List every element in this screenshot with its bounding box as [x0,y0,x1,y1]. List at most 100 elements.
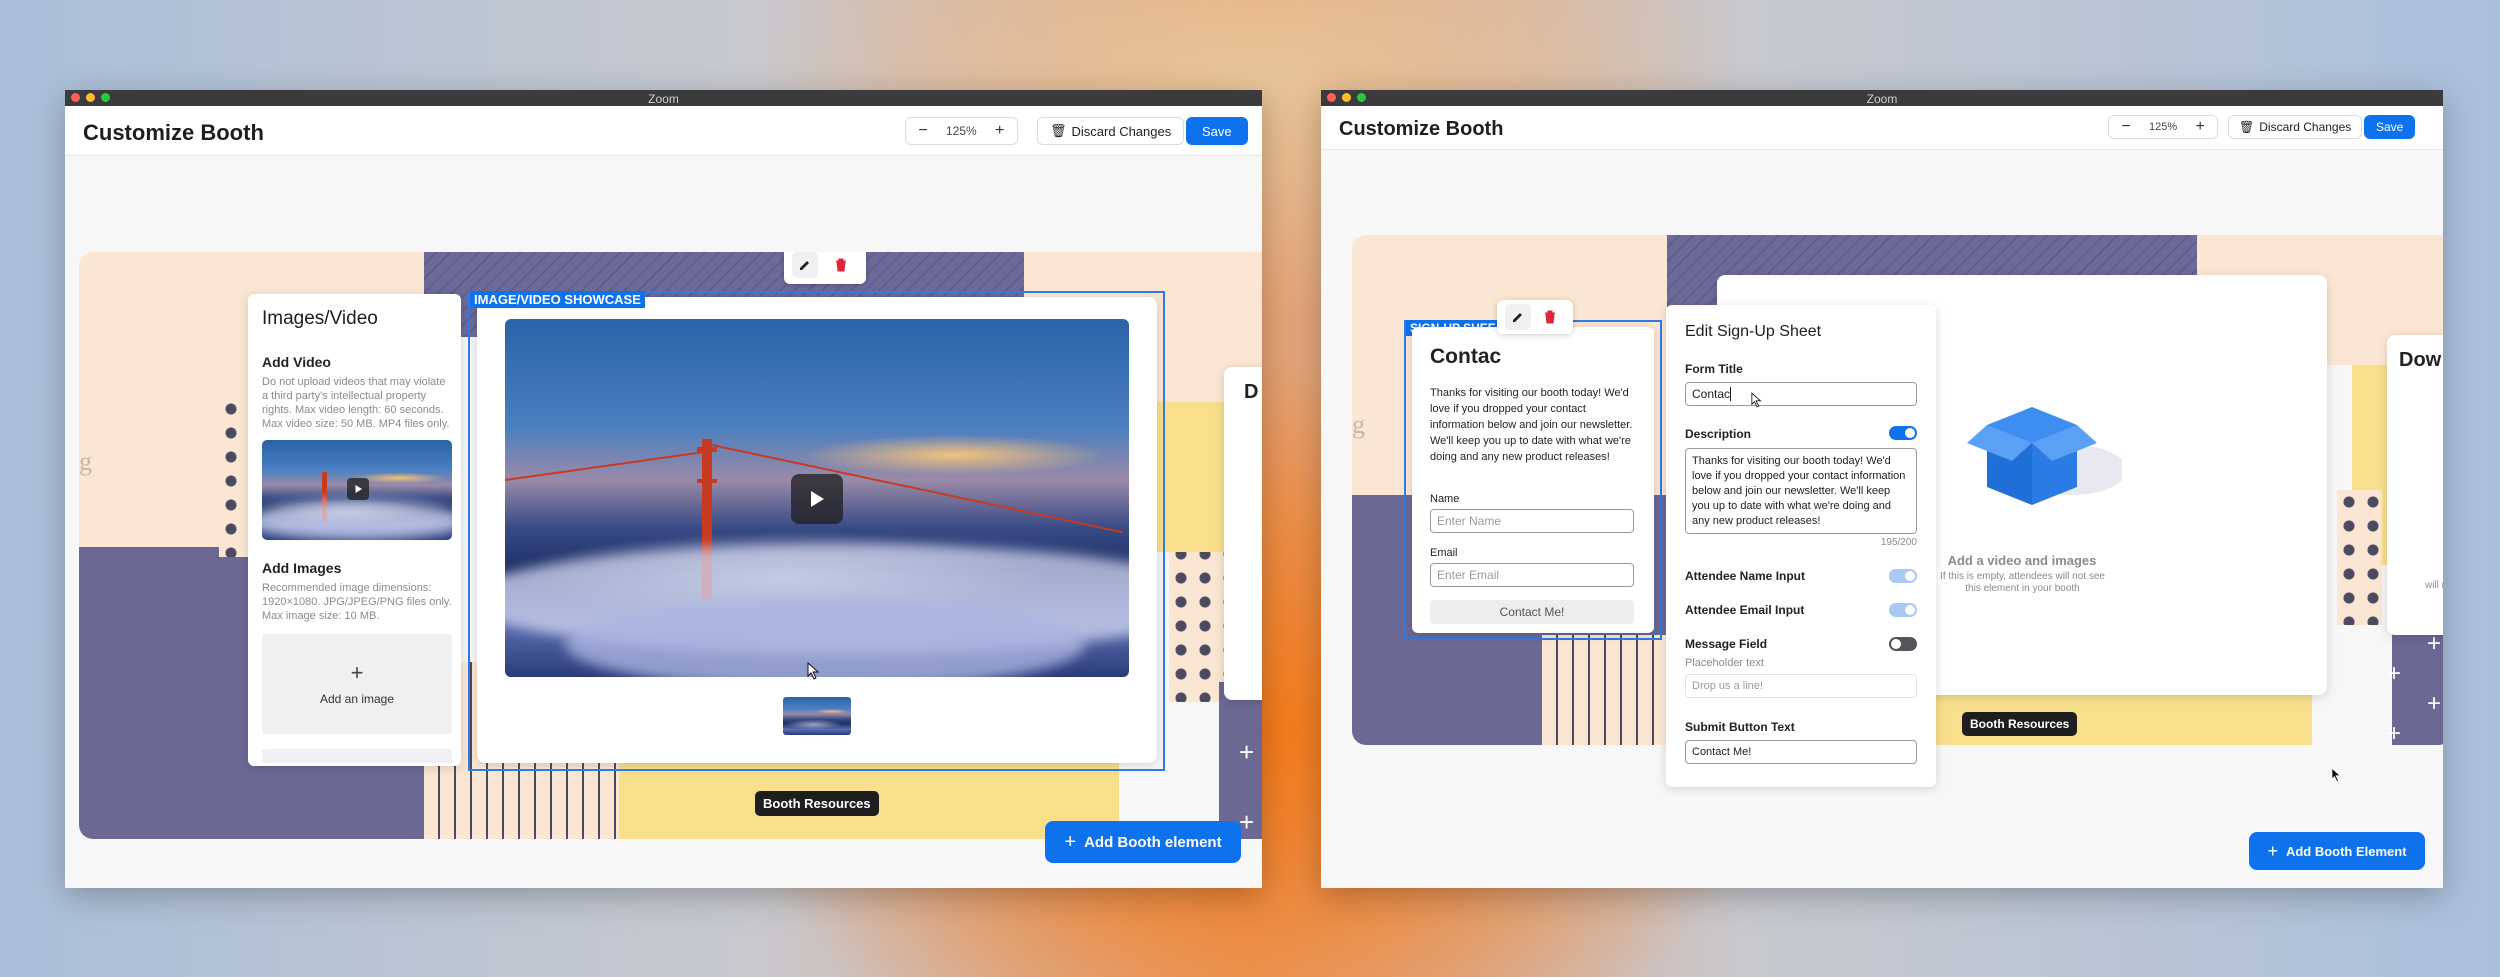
signup-description: Thanks for visiting our booth today! We'… [1430,387,1633,463]
media-hint: If this is empty, attendees will not see… [1940,571,2105,594]
right-app-header: Customize Booth − 125% + 🗑 Discard Change… [1321,106,2443,150]
card-hint: will n [2425,580,2443,591]
edit-button[interactable] [1505,304,1531,330]
selection-label: IMAGE/VIDEO SHOWCASE [470,291,645,308]
zoom-in-button[interactable]: + [983,118,1017,144]
attendee-email-toggle[interactable] [1889,603,1917,617]
mouse-cursor [2331,767,2342,783]
add-images-help: Recommended image dimensions: 1920×1080.… [262,582,452,622]
window-title: Zoom [648,92,679,106]
add-video-heading: Add Video [262,354,331,370]
left-app-header: Customize Booth − 125% + 🗑 Discard Change… [65,106,1262,156]
pencil-icon [1513,313,1522,322]
zoom-in-button[interactable]: + [2183,116,2217,138]
left-titlebar: Zoom [65,90,1262,106]
add-booth-element-button[interactable]: + Add Booth element [1045,821,1241,863]
zoom-level: 125% [946,124,977,138]
plus-decoration: + [1239,807,1255,837]
left-zoom-window: Zoom Customize Booth − 125% + 🗑 Discard C… [65,90,1262,888]
plus-icon: + [1064,830,1077,853]
element-toolbar [1497,300,1573,334]
images-video-panel: Images/Video Add Video Do not upload vid… [248,294,461,766]
booth-element-card[interactable]: Dow will n [2387,335,2443,635]
save-button[interactable]: Save [2364,115,2416,139]
trash-icon [836,258,846,272]
submit-button-text-input[interactable]: Contact Me! [1685,740,1917,764]
page-title: Customize Booth [1339,118,1504,140]
submit-button-text-label: Submit Button Text [1685,720,1795,734]
trash-icon [1545,310,1555,324]
window-title: Zoom [1866,92,1898,106]
discard-changes-label: Discard Changes [2259,120,2352,134]
placeholder-text-input[interactable]: Drop us a line! [1685,674,1917,698]
card-title: D [1244,381,1259,403]
zoom-control: − 125% + [905,117,1018,145]
zoom-out-button[interactable]: − [906,118,940,144]
mouse-cursor [1751,392,1762,408]
signup-title: Contac [1430,345,1502,368]
attendee-name-toggle[interactable] [1889,569,1917,583]
signup-sheet-card[interactable]: Contac Thanks for visiting our booth tod… [1412,327,1654,633]
add-booth-element-label: Add Booth element [1084,833,1222,851]
name-input[interactable]: Enter Name [1430,509,1634,533]
description-textarea[interactable]: Thanks for visiting our booth today! We'… [1685,448,1917,534]
attendee-email-label: Attendee Email Input [1685,603,1805,617]
plus-icon: + [2267,840,2278,861]
placeholder-text-label: Placeholder text [1685,657,1764,669]
discard-changes-button[interactable]: 🗑 Discard Changes [2228,115,2363,139]
description-toggle[interactable] [1889,426,1917,440]
plus-decoration: + [2387,660,2402,687]
add-booth-element-button[interactable]: + Add Booth Element [2249,832,2425,870]
right-zoom-window: Zoom Customize Booth − 125% + 🗑 Discard C… [1321,90,2443,888]
zoom-level: 125% [2149,121,2178,133]
background-letter: g [79,447,92,476]
form-title-value: Contac [1692,387,1731,401]
email-input[interactable]: Enter Email [1430,563,1634,587]
play-icon [355,485,362,493]
add-image-dropzone[interactable]: + Add an image [262,634,452,734]
uploaded-video-thumbnail[interactable] [262,440,452,540]
zoom-control: − 125% + [2108,115,2219,139]
play-button[interactable] [347,478,369,500]
add-video-help: Do not upload videos that may violate a … [262,376,450,430]
form-title-label: Form Title [1685,362,1743,376]
delete-button[interactable] [828,252,854,278]
edit-signup-panel: Edit Sign-Up Sheet Form Title Contac Des… [1666,305,1936,787]
delete-button[interactable] [1537,304,1563,330]
booth-resources-label[interactable]: Booth Resources [755,791,879,816]
discard-changes-button[interactable]: 🗑 Discard Changes [1037,117,1185,145]
booth-resources-label[interactable]: Booth Resources [1962,712,2078,736]
plus-decoration: + [2387,720,2402,745]
description-label: Description [1685,427,1752,441]
panel-title: Images/Video [262,308,378,329]
add-booth-element-label: Add Booth Element [2285,843,2407,859]
save-button[interactable]: Save [1186,117,1248,145]
element-toolbar [784,252,866,284]
email-label: Email [1430,547,1458,559]
add-image-label: Add an image [319,692,395,706]
page-title: Customize Booth [83,120,264,145]
discard-changes-label: Discard Changes [1071,123,1172,139]
attendee-name-label: Attendee Name Input [1685,569,1806,583]
selection-outline [468,291,1165,771]
form-title-input[interactable]: Contac [1685,382,1917,406]
message-field-label: Message Field [1685,637,1768,651]
message-field-toggle[interactable] [1889,637,1917,651]
card-title: Dow [2399,349,2442,371]
description-char-count: 195/200 [1880,537,1917,548]
right-titlebar: Zoom [1321,90,2443,106]
plus-icon: + [350,660,364,685]
trash-icon: 🗑 [2239,120,2255,134]
background-letter: g [1352,410,1365,439]
booth-element-card[interactable]: D [1224,367,1262,700]
name-label: Name [1430,493,1460,505]
edit-button[interactable] [792,252,818,278]
contact-me-button[interactable]: Contact Me! [1430,600,1634,624]
add-images-heading: Add Images [262,560,342,576]
plus-decoration: + [1239,737,1255,767]
zoom-out-button[interactable]: − [2109,116,2143,138]
panel-title: Edit Sign-Up Sheet [1685,323,1822,340]
pencil-icon [800,261,809,270]
box-icon [1967,407,2122,505]
mouse-cursor [807,662,820,680]
